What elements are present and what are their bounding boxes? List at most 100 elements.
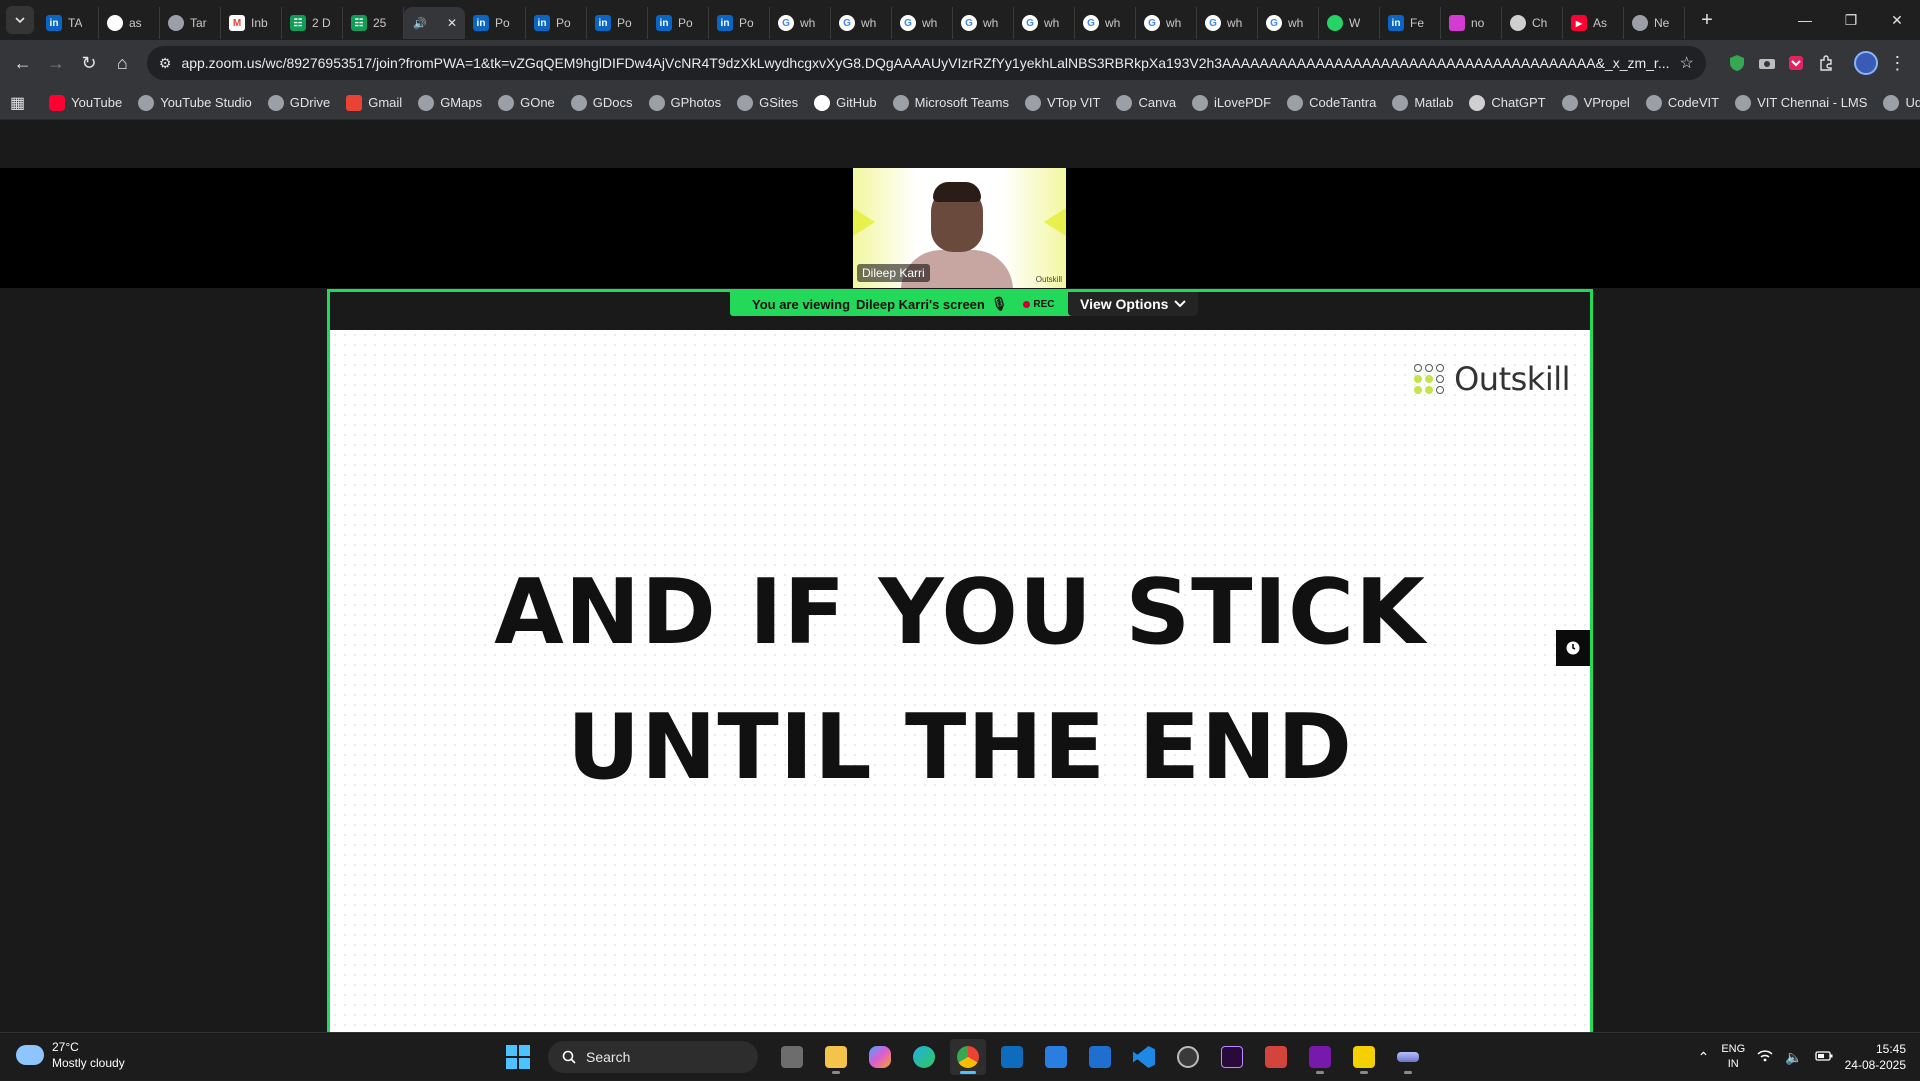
browser-menu-icon[interactable]: ⋮ [1883, 46, 1912, 80]
snipping-tool-icon[interactable] [1258, 1039, 1294, 1075]
minimize-button[interactable]: — [1782, 0, 1828, 40]
new-tab-button[interactable]: + [1691, 4, 1723, 36]
browser-tab[interactable]: Gwh [1014, 7, 1075, 39]
browser-tab[interactable]: Gwh [1136, 7, 1197, 39]
close-tab-icon[interactable]: ✕ [447, 16, 457, 30]
browser-tab[interactable]: ▶ As [1563, 7, 1624, 39]
bookmark-star-icon[interactable]: ☆ [1680, 53, 1694, 73]
chrome-icon[interactable] [950, 1039, 986, 1075]
browser-tab[interactable]: Gwh [892, 7, 953, 39]
language-indicator[interactable]: ENG IN [1721, 1042, 1745, 1072]
browser-tab[interactable]: ☷ 2 D [282, 7, 343, 39]
viewing-prefix: You are viewing [752, 296, 851, 312]
battery-icon[interactable] [1814, 1049, 1833, 1065]
sticky-notes-icon[interactable] [1346, 1039, 1382, 1075]
participant-video-tile[interactable]: Dileep Karri Outskill [853, 168, 1066, 288]
browser-tab[interactable]: Ne [1624, 7, 1685, 39]
side-panel-toggle[interactable] [1556, 630, 1590, 666]
browser-tab[interactable]: in Fe [1380, 7, 1441, 39]
apps-grid-icon[interactable]: ▦ [10, 93, 25, 113]
bookmark-item[interactable]: Gmail [338, 89, 410, 117]
bookmark-item[interactable]: VIT Chennai - LMS [1727, 89, 1875, 117]
bookmark-item[interactable]: GPhotos [641, 89, 730, 117]
wifi-icon[interactable] [1757, 1049, 1773, 1065]
premiere-icon[interactable] [1214, 1039, 1250, 1075]
bookmark-item[interactable]: GitHub [806, 89, 884, 117]
bookmark-item[interactable]: Microsoft Teams [885, 89, 1017, 117]
site-settings-icon[interactable]: ⚙ [159, 55, 172, 72]
browser-tab[interactable]: in Po [648, 7, 709, 39]
browser-tab[interactable]: W [1319, 7, 1380, 39]
browser-tab[interactable]: as [99, 7, 160, 39]
bookmark-item[interactable]: GMaps [410, 89, 490, 117]
bookmark-item[interactable]: Udemy [1875, 89, 1920, 117]
taskbar-search[interactable]: Search [548, 1041, 758, 1073]
reload-button[interactable]: ↻ [74, 46, 103, 80]
obs-icon[interactable] [1170, 1039, 1206, 1075]
file-explorer-icon[interactable] [818, 1039, 854, 1075]
browser-tab[interactable]: ☷ 25 [343, 7, 404, 39]
bookmark-item[interactable]: GDocs [563, 89, 641, 117]
teams-icon[interactable] [1082, 1039, 1118, 1075]
slide-line-2: UNTIL THE END [567, 695, 1353, 800]
edge-icon[interactable] [906, 1039, 942, 1075]
pinned-app-icon[interactable] [1390, 1039, 1426, 1075]
bookmark-item[interactable]: Matlab [1384, 89, 1461, 117]
bookmark-item[interactable]: GSites [729, 89, 806, 117]
back-button[interactable]: ← [8, 46, 37, 80]
browser-tab[interactable]: Gwh [831, 7, 892, 39]
browser-tab[interactable]: in Po [526, 7, 587, 39]
start-button[interactable] [500, 1039, 536, 1075]
task-view-icon[interactable] [774, 1039, 810, 1075]
browser-tab[interactable]: M Inb [221, 7, 282, 39]
bookmark-item[interactable]: YouTube Studio [130, 89, 260, 117]
restore-button[interactable]: ❐ [1828, 0, 1874, 40]
outlook-icon[interactable] [994, 1039, 1030, 1075]
volume-icon[interactable]: 🔈 [1785, 1049, 1802, 1066]
show-hidden-icons[interactable]: ⌃ [1698, 1049, 1710, 1066]
browser-tab[interactable]: in Po [465, 7, 526, 39]
close-window-button[interactable]: ✕ [1874, 0, 1920, 40]
extensions-puzzle-icon[interactable] [1813, 48, 1839, 78]
bookmark-item[interactable]: VTop VIT [1017, 89, 1108, 117]
bookmark-item[interactable]: GDrive [260, 89, 338, 117]
url-text[interactable]: app.zoom.us/wc/89276953517/join?fromPWA=… [181, 55, 1669, 71]
browser-tab[interactable]: Gwh [1258, 7, 1319, 39]
copilot-icon[interactable] [862, 1039, 898, 1075]
bookmark-item[interactable]: Canva [1108, 89, 1184, 117]
bookmark-item[interactable]: YouTube [41, 89, 130, 117]
home-button[interactable]: ⌂ [108, 46, 137, 80]
bookmark-item[interactable]: iLovePDF [1184, 89, 1279, 117]
onenote-icon[interactable] [1302, 1039, 1338, 1075]
profile-avatar[interactable] [1853, 48, 1879, 78]
camera-extension-icon[interactable] [1754, 48, 1780, 78]
shield-extension-icon[interactable] [1724, 48, 1750, 78]
bookmark-item[interactable]: CodeVIT [1638, 89, 1727, 117]
bookmark-item[interactable]: GOne [490, 89, 563, 117]
browser-tab[interactable]: Ch [1502, 7, 1563, 39]
browser-tab[interactable]: Gwh [770, 7, 831, 39]
browser-tab[interactable]: no [1441, 7, 1502, 39]
bookmark-item[interactable]: CodeTantra [1279, 89, 1384, 117]
tab-search-button[interactable] [6, 6, 34, 34]
weather-widget[interactable]: 27°C Mostly cloudy [16, 1039, 125, 1071]
browser-tab[interactable]: in Po [709, 7, 770, 39]
tab-title: TA [68, 16, 83, 30]
bookmark-item[interactable]: ChatGPT [1461, 89, 1553, 117]
browser-tab[interactable]: Gwh [953, 7, 1014, 39]
clock[interactable]: 15:45 24-08-2025 [1845, 1041, 1906, 1073]
browser-tab[interactable]: Gwh [1075, 7, 1136, 39]
view-options-button[interactable]: View Options [1068, 292, 1199, 316]
browser-tab[interactable]: Tar [160, 7, 221, 39]
store-icon[interactable] [1038, 1039, 1074, 1075]
vscode-icon[interactable] [1126, 1039, 1162, 1075]
browser-tab[interactable]: in TA [38, 7, 99, 39]
pocket-extension-icon[interactable] [1783, 48, 1809, 78]
google-icon: G [961, 15, 977, 31]
address-bar[interactable]: ⚙ app.zoom.us/wc/89276953517/join?fromPW… [146, 46, 1706, 80]
bookmark-item[interactable]: VPropel [1554, 89, 1638, 117]
forward-button[interactable]: → [41, 46, 70, 80]
browser-tab[interactable]: 🔊 ✕ [404, 7, 465, 39]
browser-tab[interactable]: Gwh [1197, 7, 1258, 39]
browser-tab[interactable]: in Po [587, 7, 648, 39]
